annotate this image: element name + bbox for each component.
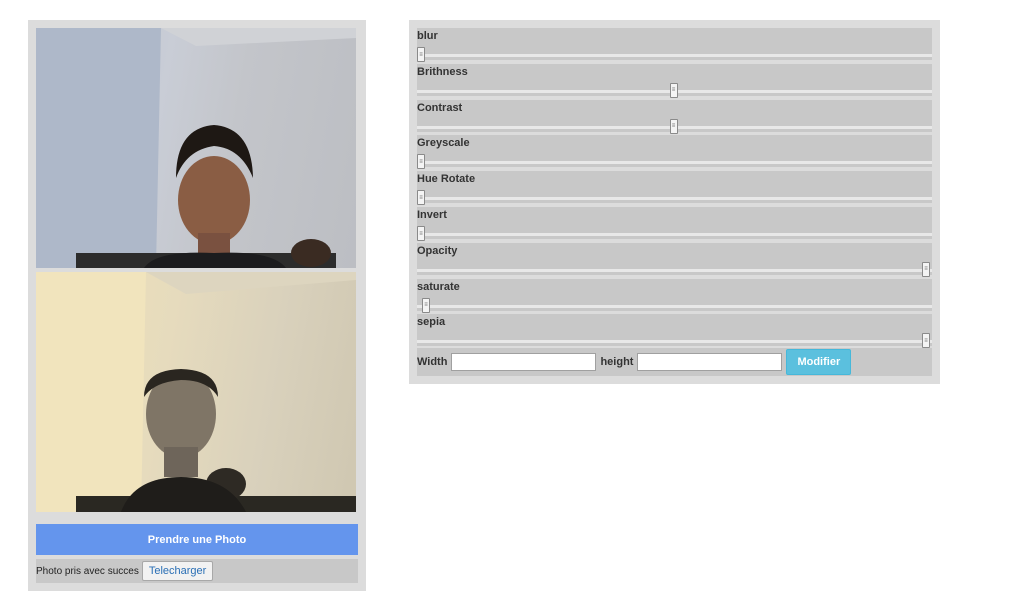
height-input[interactable]: [637, 353, 783, 371]
filter-label-blur: blur: [417, 30, 438, 42]
slider-thumb-saturate[interactable]: ≡: [422, 297, 431, 313]
slider-contrast[interactable]: ≡: [417, 118, 932, 134]
filter-row-contrast: Contrast ≡: [417, 99, 932, 134]
slider-saturate[interactable]: ≡: [417, 297, 932, 313]
filter-row-saturate: saturate ≡: [417, 278, 932, 313]
slider-thumb-blur[interactable]: ≡: [417, 47, 425, 62]
height-label: height: [600, 356, 634, 368]
filter-row-opacity: Opacity ≡: [417, 242, 932, 277]
slider-thumb-sepia[interactable]: ≡: [922, 333, 930, 349]
filter-panel: blur ≡ Brithness ≡ Contrast ≡ Greyscale ≡ Hue Ro…: [409, 20, 940, 384]
filter-label-saturate: saturate: [417, 280, 460, 293]
captured-photo-image: [36, 272, 356, 512]
filter-label-contrast: Contrast: [417, 101, 463, 114]
filter-label-hue-rotate: Hue Rotate: [417, 173, 476, 186]
slider-sepia[interactable]: ≡: [417, 333, 932, 349]
slider-opacity[interactable]: ≡: [417, 261, 932, 277]
live-video-feed: [36, 28, 356, 268]
captured-photo: [36, 272, 356, 512]
live-video-image: [36, 28, 356, 268]
filter-row-hue-rotate: Hue Rotate ≡: [417, 171, 932, 206]
width-label: Width: [417, 356, 448, 368]
size-controls: Width height Modifier: [417, 348, 932, 376]
filter-label-opacity: Opacity: [417, 244, 458, 257]
slider-thumb-invert[interactable]: ≡: [417, 226, 425, 241]
filter-row-greyscale: Greyscale ≡: [417, 135, 932, 170]
slider-thumb-greyscale[interactable]: ≡: [417, 154, 425, 170]
slider-greyscale[interactable]: ≡: [417, 154, 932, 170]
width-input[interactable]: [451, 353, 597, 371]
filter-label-sepia: sepia: [417, 316, 446, 329]
slider-thumb-brithness[interactable]: ≡: [669, 82, 678, 98]
slider-thumb-hue-rotate[interactable]: ≡: [417, 190, 425, 206]
modify-button[interactable]: Modifier: [786, 349, 852, 375]
take-photo-button[interactable]: Prendre une Photo: [36, 524, 358, 555]
slider-invert[interactable]: ≡: [417, 226, 932, 241]
slider-hue-rotate[interactable]: ≡: [417, 190, 932, 206]
capture-status-row: Photo pris avec succes Telecharger: [36, 559, 358, 583]
slider-thumb-contrast[interactable]: ≡: [669, 118, 678, 134]
filter-label-invert: Invert: [417, 209, 447, 221]
camera-panel: Prendre une Photo Photo pris avec succes…: [28, 20, 366, 591]
filter-label-greyscale: Greyscale: [417, 137, 470, 150]
slider-thumb-opacity[interactable]: ≡: [922, 261, 930, 277]
filter-row-brithness: Brithness ≡: [417, 63, 932, 98]
slider-brithness[interactable]: ≡: [417, 82, 932, 98]
slider-blur[interactable]: ≡: [417, 47, 932, 62]
filter-row-invert: Invert ≡: [417, 207, 932, 241]
capture-status-text: Photo pris avec succes: [36, 565, 139, 577]
filter-row-blur: blur ≡: [417, 28, 932, 62]
filter-row-sepia: sepia ≡: [417, 314, 932, 349]
filter-label-brithness: Brithness: [417, 65, 468, 78]
download-button[interactable]: Telecharger: [141, 561, 214, 581]
